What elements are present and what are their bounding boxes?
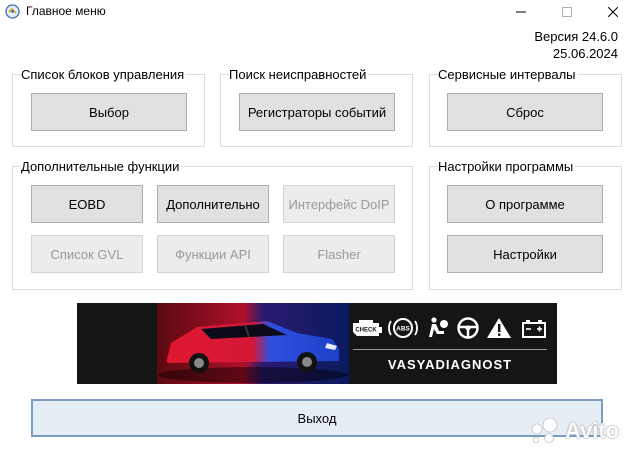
svg-text:ABS: ABS <box>396 326 410 333</box>
app-logo-icon <box>5 4 20 19</box>
abs-icon: ABS <box>388 318 418 338</box>
banner-brand: VASYADIAGNOST <box>387 357 513 372</box>
reset-button[interactable]: Сброс <box>447 93 603 131</box>
eobd-button[interactable]: EOBD <box>31 185 143 223</box>
extra-functions-label: Дополнительные функции <box>21 159 182 174</box>
flasher-button[interactable]: Flasher <box>283 235 395 273</box>
banner-divider <box>353 349 547 350</box>
select-button[interactable]: Выбор <box>31 93 187 131</box>
version-info: Версия 24.6.0 25.06.2024 <box>534 28 618 62</box>
maximize-icon <box>562 6 572 17</box>
vasyadiagnost-banner: CHECK ABS VASYADIAGNOST <box>77 303 557 384</box>
minimize-icon <box>516 11 526 12</box>
control-units-label: Список блоков управления <box>21 67 187 82</box>
maximize-button[interactable] <box>544 0 590 23</box>
car-image <box>157 303 349 384</box>
service-intervals-label: Сервисные интервалы <box>438 67 578 82</box>
svg-text:CHECK: CHECK <box>355 328 377 334</box>
version-date: 25.06.2024 <box>552 46 618 61</box>
title-bar: Главное меню <box>0 0 635 23</box>
minimize-button[interactable] <box>498 0 544 23</box>
doip-interface-button[interactable]: Интерфейс DoIP <box>283 185 395 223</box>
warning-triangle-icon <box>487 318 511 338</box>
dashboard-icons: CHECK ABS <box>353 317 546 339</box>
event-recorders-button[interactable]: Регистраторы событий <box>239 93 395 131</box>
airbag-icon <box>429 317 448 337</box>
close-button[interactable] <box>590 0 635 23</box>
close-icon <box>608 6 618 17</box>
gvl-list-button[interactable]: Список GVL <box>31 235 143 273</box>
about-button[interactable]: О программе <box>447 185 603 223</box>
exit-button[interactable]: Выход <box>31 399 603 437</box>
watermark-text: Avito <box>565 418 620 443</box>
battery-icon <box>522 320 546 338</box>
steering-wheel-icon <box>457 317 479 339</box>
avito-logo-icon <box>531 417 558 444</box>
program-settings-label: Настройки программы <box>438 159 576 174</box>
avito-watermark: Avito <box>528 414 628 448</box>
version-number: Версия 24.6.0 <box>534 29 618 44</box>
fault-search-label: Поиск неисправностей <box>229 67 369 82</box>
settings-button[interactable]: Настройки <box>447 235 603 273</box>
window-title: Главное меню <box>26 4 106 18</box>
api-functions-button[interactable]: Функции API <box>157 235 269 273</box>
additional-button[interactable]: Дополнительно <box>157 185 269 223</box>
check-engine-icon: CHECK <box>353 320 382 336</box>
